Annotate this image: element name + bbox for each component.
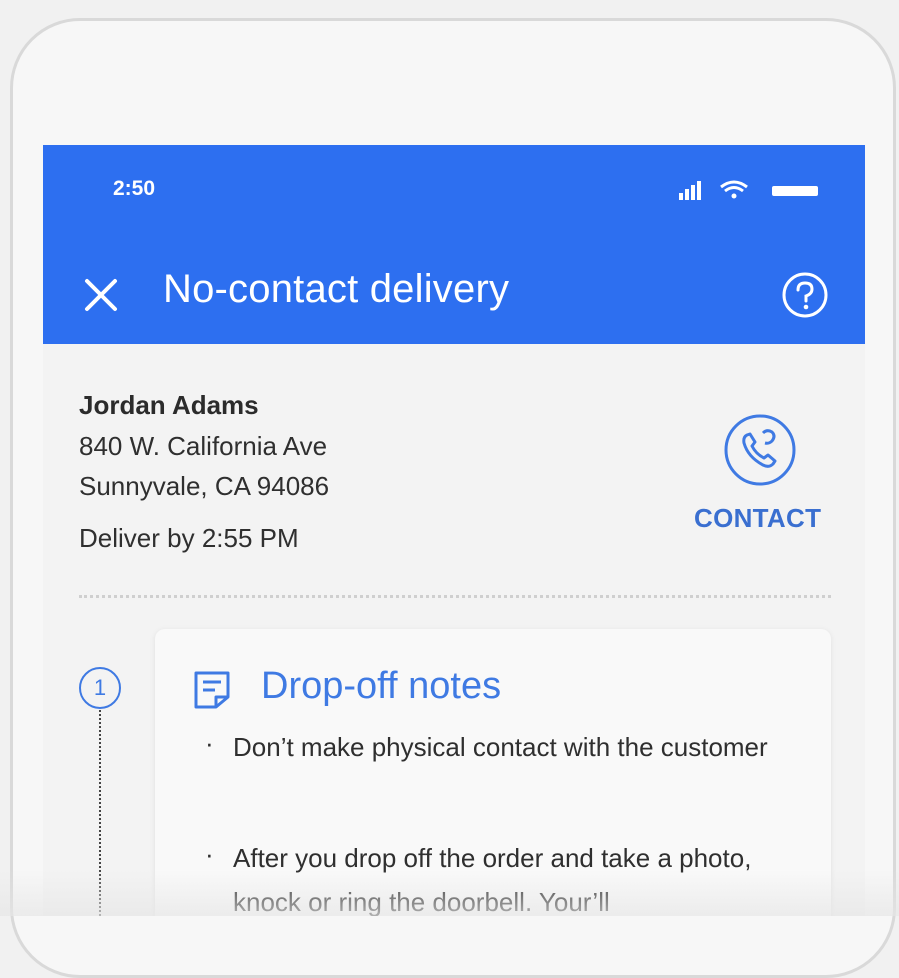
status-time: 2:50	[113, 177, 156, 200]
app-bar: 2:50 No-contact delivery	[43, 145, 865, 344]
deliver-by-time: Deliver by 2:55 PM	[79, 523, 299, 553]
status-icons	[679, 180, 818, 200]
help-icon[interactable]	[781, 271, 829, 319]
contact-button[interactable]: CONTACT	[694, 503, 821, 534]
step-number-badge: 1	[79, 667, 121, 709]
drop-off-notes-title: Drop-off notes	[261, 665, 502, 707]
notes-icon	[194, 671, 230, 709]
phone-contact-icon[interactable]	[723, 413, 797, 487]
page-title: No-contact delivery	[163, 267, 510, 311]
bullet: ·	[205, 728, 214, 758]
close-icon[interactable]	[81, 275, 121, 315]
note-item: Don’t make physical contact with the cus…	[233, 732, 768, 762]
bottom-fade	[0, 870, 899, 916]
bullet: ·	[205, 839, 214, 869]
app-screen: 2:50 No-contact delivery Jordan Adams 84…	[43, 145, 865, 916]
section-divider	[79, 595, 831, 598]
battery-icon	[772, 186, 818, 196]
wifi-icon	[720, 180, 748, 199]
signal-icon	[679, 181, 701, 200]
customer-name: Jordan Adams	[79, 390, 259, 420]
address-line-1: 840 W. California Ave	[79, 431, 328, 461]
address-line-2: Sunnyvale, CA 94086	[79, 471, 330, 501]
